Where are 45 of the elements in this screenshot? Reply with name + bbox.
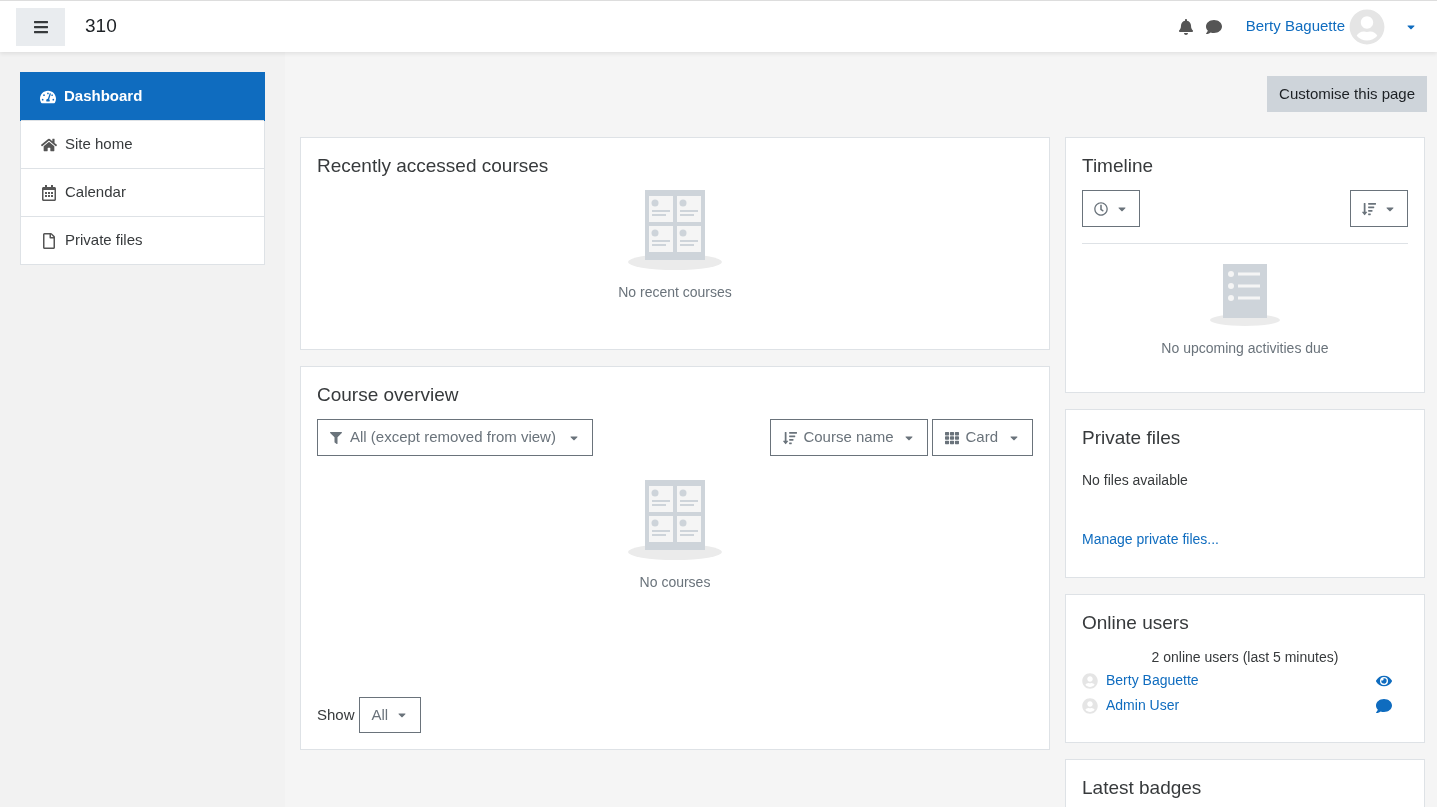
sidebar-item[interactable]: Site home (21, 120, 264, 168)
calendar-icon (41, 184, 57, 201)
block-title: Online users (1082, 611, 1190, 635)
dashboard-icon (40, 88, 56, 105)
customise-page-button[interactable]: Customise this page (1267, 76, 1427, 112)
manage-files-link[interactable]: Manage private files... (1082, 529, 1219, 550)
user-link[interactable]: Berty Baguette (1106, 670, 1199, 691)
user-avatar-icon (1082, 697, 1098, 714)
user-link[interactable]: Admin User (1106, 695, 1180, 716)
sort-icon (783, 430, 798, 445)
empty-message: No files available (1082, 471, 1189, 490)
filter-icon (330, 431, 342, 444)
online-summary: 2 online users (last 5 minutes) (1150, 648, 1340, 667)
empty-message: No upcoming activities due (1161, 339, 1329, 358)
site-name[interactable]: 310 (85, 12, 117, 41)
user-avatar-icon (1082, 672, 1098, 689)
empty-message: No recent courses (618, 283, 732, 302)
empty-message: No courses (639, 573, 711, 592)
show-dropdown[interactable]: All (358, 697, 422, 733)
block-title: Timeline (1082, 154, 1155, 178)
grid-icon (945, 430, 960, 445)
messages-icon[interactable] (1205, 18, 1222, 35)
sidebar-item[interactable]: Private files (21, 216, 264, 264)
sort-dropdown[interactable] (1350, 190, 1408, 227)
view-dropdown[interactable]: Card (932, 419, 1033, 456)
home-icon (41, 136, 57, 153)
sort-dropdown[interactable]: Course name (770, 419, 929, 456)
notification-bell-icon[interactable] (1177, 18, 1194, 35)
user-name[interactable]: Berty Baguette (1245, 15, 1345, 38)
block-title: Private files (1082, 426, 1182, 450)
filter-dropdown[interactable]: All (except removed from view) (317, 419, 593, 456)
menu-button[interactable] (16, 7, 65, 46)
block-title: Course overview (317, 383, 460, 407)
file-icon (41, 232, 57, 249)
sort-icon (1362, 201, 1376, 216)
show-label: Show (317, 704, 355, 725)
sidebar-item[interactable]: Dashboard (20, 72, 265, 121)
block-title: Recently accessed courses (317, 154, 550, 178)
sidebar-item[interactable]: Calendar (21, 168, 264, 216)
checklist-drawing (1209, 264, 1281, 326)
time-filter-dropdown[interactable] (1082, 190, 1140, 227)
message-icon[interactable] (1376, 697, 1392, 714)
clock-icon (1094, 201, 1108, 216)
menu-icon (32, 18, 49, 35)
block-title: Latest badges (1082, 776, 1203, 800)
